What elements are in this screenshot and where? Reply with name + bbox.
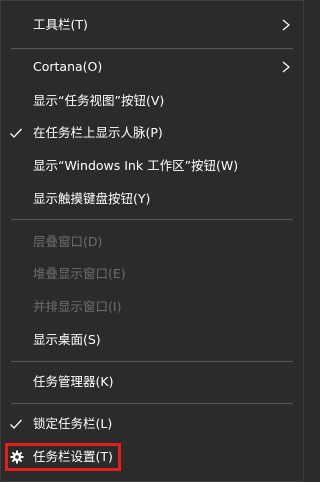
menu-item-show-people[interactable]: 在任务栏上显示人脉(P) [1, 117, 303, 149]
menu-item-show-task-view-button[interactable]: 显示“任务视图”按钮(V) [1, 85, 303, 117]
menu-item-label: 显示“Windows Ink 工作区”按钮(W) [33, 157, 239, 173]
menu-item-label: 工具栏(T) [33, 16, 88, 32]
menu-item-label: 显示“任务视图”按钮(V) [33, 92, 165, 108]
menu-item-task-manager[interactable]: 任务管理器(K) [1, 366, 303, 398]
menu-item-label: 在任务栏上显示人脉(P) [33, 124, 163, 140]
menu-item-label: 层叠窗口(D) [33, 233, 103, 249]
menu-separator [11, 361, 293, 362]
menu-separator [11, 219, 293, 220]
highlight-box [5, 443, 121, 471]
menu-item-label: 并排显示窗口(I) [33, 298, 122, 314]
menu-item-show-touch-keyboard-button[interactable]: 显示触摸键盘按钮(Y) [1, 183, 303, 215]
chevron-right-icon [282, 61, 290, 73]
menu-item-cascade-windows: 层叠窗口(D) [1, 226, 303, 258]
menu-separator [11, 48, 293, 49]
menu-item-show-windows-ink-button[interactable]: 显示“Windows Ink 工作区”按钮(W) [1, 150, 303, 182]
menu-separator [11, 403, 293, 404]
checkmark-icon [10, 419, 22, 429]
menu-item-lock-taskbar[interactable]: 锁定任务栏(L) [1, 408, 303, 440]
menu-item-label: Cortana(O) [33, 58, 103, 74]
menu-item-label: 任务管理器(K) [33, 373, 114, 389]
menu-item-toolbars[interactable]: 工具栏(T) [1, 9, 303, 41]
menu-item-label: 显示触摸键盘按钮(Y) [33, 190, 151, 206]
menu-item-show-desktop[interactable]: 显示桌面(S) [1, 324, 303, 356]
menu-item-stack-windows: 堆叠显示窗口(E) [1, 258, 303, 290]
taskbar-context-menu: 工具栏(T) Cortana(O) 显示“任务视图”按钮(V) 在任务栏上显示人… [0, 0, 304, 482]
menu-item-cortana[interactable]: Cortana(O) [1, 51, 303, 83]
menu-item-side-by-side-windows: 并排显示窗口(I) [1, 291, 303, 323]
menu-item-label: 堆叠显示窗口(E) [33, 265, 126, 281]
menu-item-label: 锁定任务栏(L) [33, 415, 113, 431]
chevron-right-icon [282, 19, 290, 31]
checkmark-icon [10, 128, 22, 138]
menu-item-label: 显示桌面(S) [33, 331, 101, 347]
